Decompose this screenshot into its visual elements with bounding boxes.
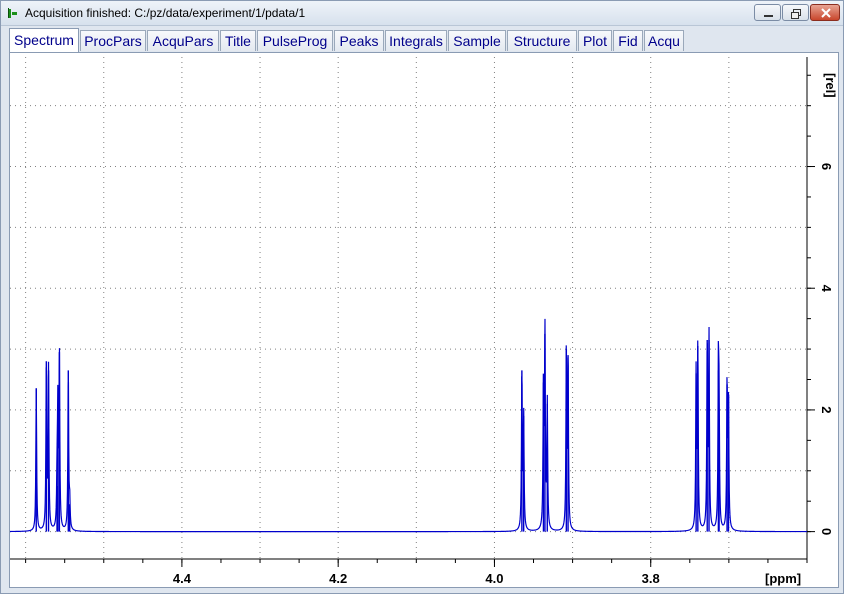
title-bar[interactable]: Acquisition finished: C:/pz/data/experim… bbox=[1, 1, 843, 26]
window-title: Acquisition finished: C:/pz/data/experim… bbox=[25, 6, 306, 20]
tab-peaks[interactable]: Peaks bbox=[334, 30, 384, 51]
tab-strip: Spectrum ProcPars AcquPars Title PulseProg Pe… bbox=[9, 28, 839, 52]
restore-button[interactable] bbox=[782, 4, 809, 21]
restore-icon bbox=[791, 9, 801, 19]
y-tick-label: 6 bbox=[819, 163, 834, 170]
x-tick-label: 4.0 bbox=[485, 571, 503, 586]
tab-pulseprog[interactable]: PulseProg bbox=[257, 30, 333, 51]
tab-procpars[interactable]: ProcPars bbox=[80, 30, 146, 51]
y-tick-label: 2 bbox=[819, 406, 834, 413]
spectrum-line bbox=[10, 318, 807, 533]
application-window: Acquisition finished: C:/pz/data/experim… bbox=[0, 0, 844, 594]
tab-plot[interactable]: Plot bbox=[578, 30, 612, 51]
tab-acqu[interactable]: Acqu bbox=[644, 30, 684, 51]
x-tick-label: 4.4 bbox=[173, 571, 192, 586]
close-button[interactable] bbox=[810, 4, 840, 21]
tab-sample[interactable]: Sample bbox=[448, 30, 506, 51]
minimize-button[interactable] bbox=[754, 4, 781, 21]
tab-title[interactable]: Title bbox=[220, 30, 256, 51]
close-icon bbox=[821, 8, 831, 18]
tab-acqupars[interactable]: AcquPars bbox=[147, 30, 219, 51]
y-axis-label: [rel] bbox=[823, 73, 838, 98]
tab-integrals[interactable]: Integrals bbox=[385, 30, 447, 51]
y-tick-label: 4 bbox=[819, 285, 834, 293]
spectrum-plot[interactable]: 4.4 4.2 4.0 3.8 0 2 4 6 [rel] [ppm] bbox=[10, 53, 838, 587]
x-axis-label: [ppm] bbox=[765, 571, 801, 586]
tab-spectrum[interactable]: Spectrum bbox=[9, 28, 79, 52]
spectrum-panel: 4.4 4.2 4.0 3.8 0 2 4 6 [rel] [ppm] bbox=[9, 52, 839, 588]
tab-fid[interactable]: Fid bbox=[613, 30, 643, 51]
app-icon bbox=[8, 8, 17, 18]
minimize-icon bbox=[764, 15, 773, 17]
x-tick-label: 3.8 bbox=[642, 571, 660, 586]
y-tick-label: 0 bbox=[819, 528, 834, 535]
x-tick-label: 4.2 bbox=[329, 571, 347, 586]
tab-structure[interactable]: Structure bbox=[507, 30, 577, 51]
